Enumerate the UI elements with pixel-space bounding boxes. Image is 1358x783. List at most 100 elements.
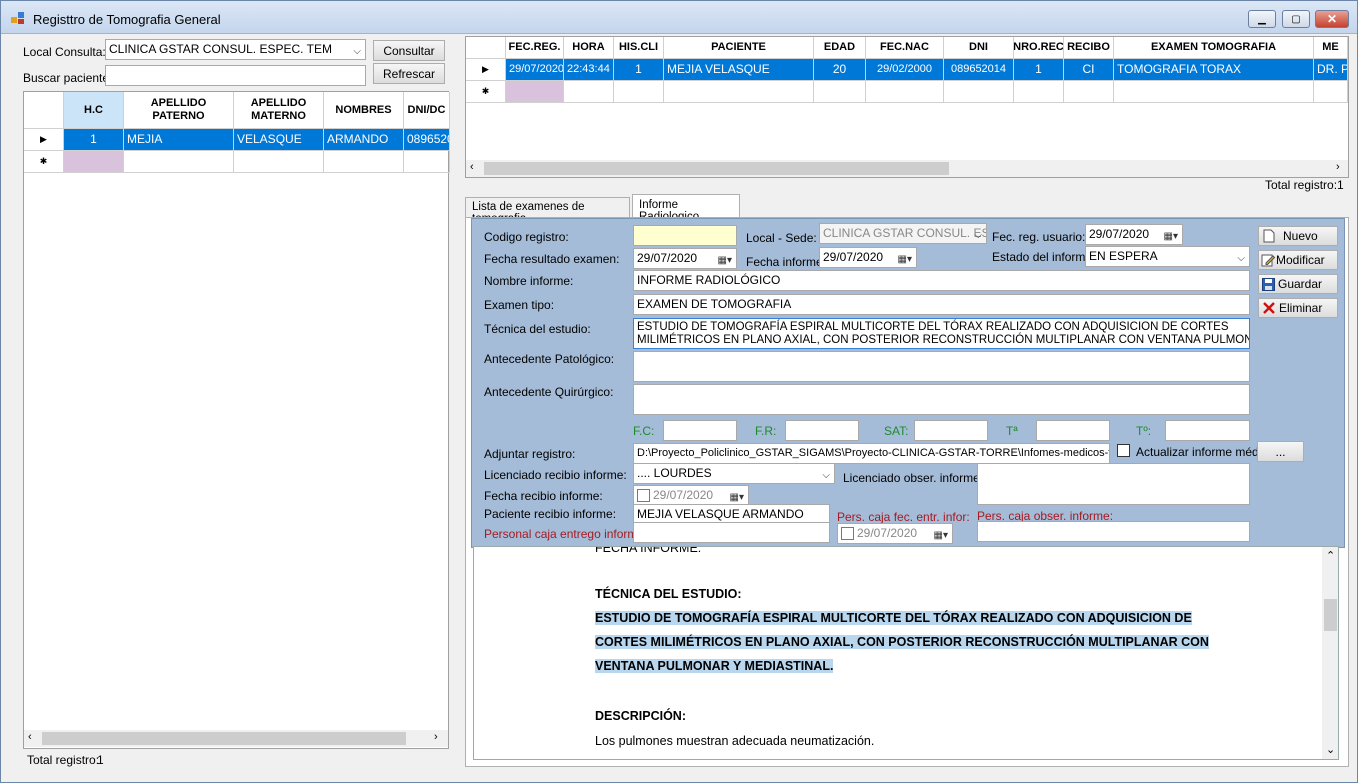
pers-caja-obser-input[interactable]	[977, 521, 1250, 542]
col-hc[interactable]: H.C	[64, 92, 124, 129]
scroll-up-icon[interactable]: ⌃	[1326, 549, 1335, 562]
eliminar-button[interactable]: Eliminar	[1258, 298, 1338, 318]
fr-input[interactable]	[785, 420, 859, 441]
scroll-down-icon[interactable]: ⌄	[1326, 743, 1335, 756]
chevron-down-icon: ⌵	[1237, 253, 1245, 264]
local-consulta-select[interactable]: CLINICA GSTAR CONSUL. ESPEC. TEM ⌵	[105, 39, 366, 60]
doc-line: VENTANA PULMONAR Y MEDIASTINAL.	[595, 659, 834, 673]
codigo-registro-label: Codigo registro:	[484, 230, 569, 244]
fecha-informe-date[interactable]: 29/07/2020 ▦▾	[819, 247, 917, 268]
fec-reg-usuario-date[interactable]: 29/07/2020 ▦▾	[1085, 224, 1183, 245]
fc-input[interactable]	[663, 420, 737, 441]
scroll-left-icon[interactable]: ‹	[470, 161, 474, 173]
exams-total-value: 1	[1337, 178, 1344, 192]
col-apellido-materno[interactable]: APELLIDO MATERNO	[234, 92, 324, 129]
adjuntar-registro-label: Adjuntar registro:	[484, 447, 576, 461]
tecnica-estudio-textarea[interactable]: ESTUDIO DE TOMOGRAFÍA ESPIRAL MULTICORTE…	[633, 318, 1250, 349]
fecha-recibio-date[interactable]: 29/07/2020 ▦▾	[633, 485, 749, 506]
col-dni[interactable]: DNI/DC	[404, 92, 450, 129]
col-nombres[interactable]: NOMBRES	[324, 92, 404, 129]
examen-tipo-label: Examen tipo:	[484, 298, 555, 312]
guardar-button[interactable]: Guardar	[1258, 274, 1338, 294]
col-recibo[interactable]: RECIBO	[1064, 37, 1114, 59]
antecedente-patologico-label: Antecedente Patológico:	[484, 352, 615, 366]
minimize-button[interactable]: ▁	[1248, 10, 1276, 28]
scroll-left-icon[interactable]: ‹	[28, 731, 32, 743]
col-his-cli[interactable]: HIS.CLI	[614, 37, 664, 59]
new-row[interactable]: ✱	[24, 151, 450, 173]
col-fec-nac[interactable]: FEC.NAC	[866, 37, 944, 59]
exams-hscrollbar[interactable]: ‹ ›	[466, 160, 1348, 177]
browse-button[interactable]: ...	[1257, 441, 1304, 462]
calendar-icon: ▦▾	[933, 530, 948, 541]
pers-caja-fec-date[interactable]: 29/07/2020 ▦▾	[837, 523, 953, 544]
refrescar-button[interactable]: Refrescar	[373, 63, 445, 84]
actualizar-informe-checkbox[interactable]	[1117, 444, 1130, 460]
tab-informe-radiologico[interactable]: Informe Radiologico	[632, 194, 740, 223]
report-document-viewer[interactable]: FECHA INFORME: TÉCNICA DEL ESTUDIO: ESTU…	[473, 546, 1339, 760]
consultar-button[interactable]: Consultar	[373, 40, 445, 61]
close-button[interactable]: ✕	[1315, 10, 1349, 28]
doc-line: Los pulmones muestran adecuada neumatiza…	[595, 734, 875, 748]
edit-icon	[1261, 254, 1275, 267]
col-apellido-paterno[interactable]: APELLIDO PATERNO	[124, 92, 234, 129]
calendar-icon: ▦▾	[897, 254, 912, 265]
scroll-thumb[interactable]	[42, 732, 406, 745]
exams-grid[interactable]: FEC.REG. HORA HIS.CLI PACIENTE EDAD FEC.…	[465, 36, 1349, 178]
new-row[interactable]: ✱	[466, 81, 1348, 103]
minimize-icon: ▁	[1258, 13, 1266, 25]
temperatura-2-input[interactable]	[1165, 420, 1250, 441]
fecha-recibio-checkbox[interactable]	[637, 489, 650, 502]
antecedente-patologico-textarea[interactable]	[633, 351, 1250, 382]
maximize-button[interactable]: ▢	[1282, 10, 1310, 28]
nombre-informe-input[interactable]: INFORME RADIOLÓGICO	[633, 270, 1250, 291]
scroll-right-icon[interactable]: ›	[1336, 161, 1340, 173]
close-icon: ✕	[1326, 12, 1338, 26]
chevron-down-icon: ⌵	[353, 46, 361, 57]
doc-partial-line: FECHA INFORME:	[595, 546, 702, 555]
pers-caja-fec-checkbox[interactable]	[841, 527, 854, 540]
scroll-right-icon[interactable]: ›	[434, 731, 438, 743]
personal-caja-input[interactable]	[633, 522, 830, 543]
col-fec-reg[interactable]: FEC.REG.	[506, 37, 564, 59]
col-examen-tomografia[interactable]: EXAMEN TOMOGRAFIA	[1114, 37, 1314, 59]
nuevo-button[interactable]: Nuevo	[1258, 226, 1338, 246]
table-row[interactable]: ▶ 29/07/2020 22:43:44 1 MEJIA VELASQUE 2…	[466, 59, 1348, 81]
pers-caja-fec-label: Pers. caja fec. entr. infor:	[837, 510, 970, 524]
title-bar: Registtro de Tomografia General ▁ ▢ ✕	[1, 1, 1357, 34]
buscar-paciente-input[interactable]	[105, 65, 366, 86]
col-edad[interactable]: EDAD	[814, 37, 866, 59]
sat-input[interactable]	[914, 420, 988, 441]
new-document-icon	[1263, 229, 1275, 243]
fec-reg-usuario-label: Fec. reg. usuario:	[992, 230, 1086, 244]
app-icon	[11, 12, 24, 24]
examen-tipo-input[interactable]: EXAMEN DE TOMOGRAFIA	[633, 294, 1250, 315]
lic-recibio-select[interactable]: .... LOURDES ⌵	[633, 463, 835, 484]
actualizar-informe-label: Actualizar informe médi.	[1136, 445, 1265, 459]
temperatura-2-label: Tº:	[1136, 424, 1152, 438]
temperatura-input[interactable]	[1036, 420, 1110, 441]
col-medico[interactable]: ME	[1314, 37, 1348, 59]
scroll-thumb[interactable]	[1324, 599, 1337, 631]
local-sede-select[interactable]: CLINICA GSTAR CONSUL. ES ⌵	[819, 223, 987, 244]
col-dni[interactable]: DNI	[944, 37, 1014, 59]
col-nro-rec[interactable]: NRO.REC	[1014, 37, 1064, 59]
chevron-down-icon: ⌵	[974, 230, 982, 241]
codigo-registro-input[interactable]	[633, 225, 737, 246]
estado-informe-select[interactable]: EN ESPERA ⌵	[1085, 246, 1250, 267]
col-paciente[interactable]: PACIENTE	[664, 37, 814, 59]
doc-heading-descripcion: DESCRIPCIÓN:	[595, 709, 686, 723]
adjuntar-registro-input[interactable]: D:\Proyecto_Policlinico_GSTAR_SIGAMS\Pro…	[633, 443, 1110, 464]
doc-vscrollbar[interactable]: ⌃ ⌄	[1322, 547, 1338, 759]
scroll-thumb[interactable]	[484, 162, 949, 175]
fc-label: F.C:	[633, 424, 655, 438]
col-hora[interactable]: HORA	[564, 37, 614, 59]
patients-grid[interactable]: H.C APELLIDO PATERNO APELLIDO MATERNO NO…	[23, 91, 450, 749]
patients-hscrollbar[interactable]: ‹ ›	[24, 730, 448, 747]
modificar-button[interactable]: Modificar	[1258, 250, 1338, 270]
tab-lista-examenes[interactable]: Lista de examenes de tomografia	[465, 197, 630, 225]
fecha-resultado-date[interactable]: 29/07/2020 ▦▾	[633, 248, 737, 269]
lic-obser-textarea[interactable]	[977, 463, 1250, 505]
table-row[interactable]: ▶ 1 MEJIA VELASQUE ARMANDO 08965201	[24, 129, 450, 151]
antecedente-quirurgico-textarea[interactable]	[633, 384, 1250, 415]
